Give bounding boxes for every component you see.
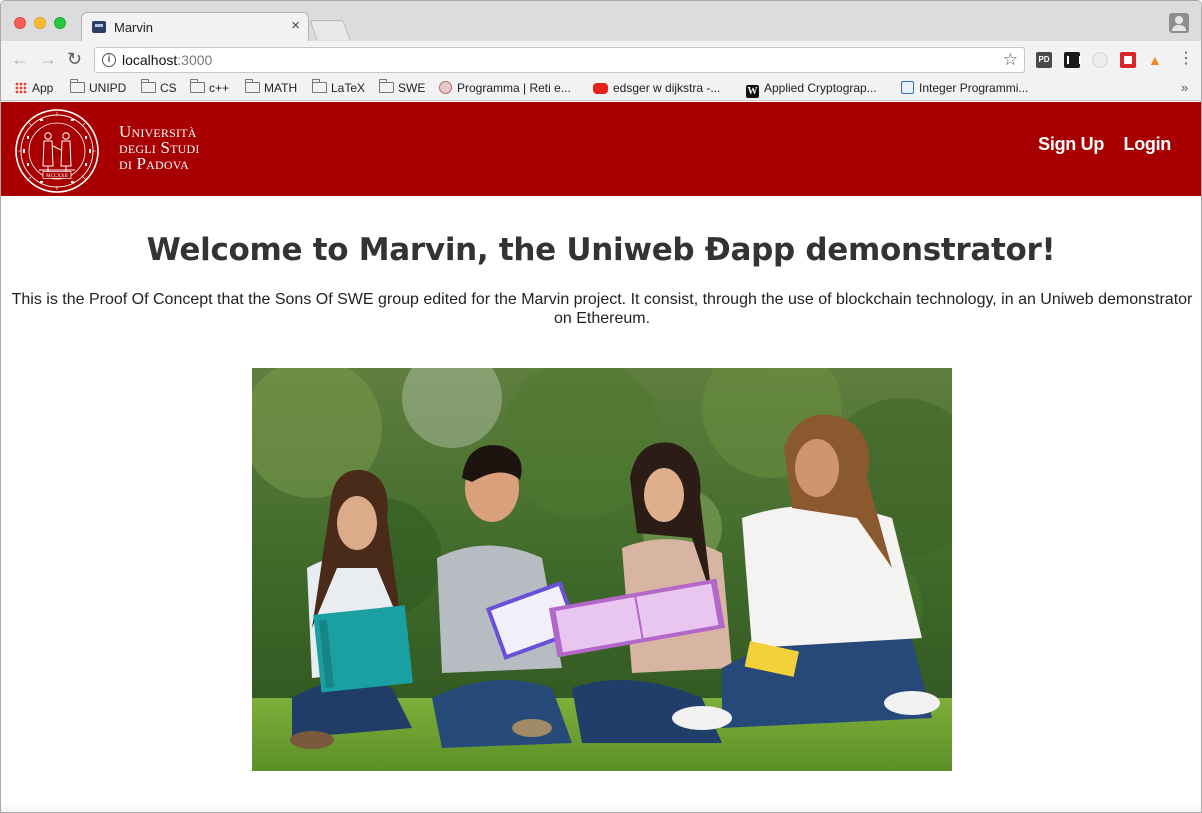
url-host: localhost [122, 52, 178, 68]
red-extension-icon[interactable] [1120, 52, 1136, 68]
folder-icon [379, 79, 394, 93]
bookmark-folder-unipd[interactable]: UNIPD [70, 79, 127, 95]
bookmark-label: CS [160, 81, 177, 95]
minimize-window-button[interactable] [34, 17, 46, 29]
metamask-fox-icon[interactable]: ▲ [1148, 52, 1164, 68]
page-bottom-shadow [1, 804, 1201, 812]
intro-paragraph: This is the Proof Of Concept that the So… [11, 291, 1193, 327]
bookmark-folder-swe[interactable]: SWE [379, 79, 426, 95]
forward-arrow-icon[interactable]: → [39, 49, 57, 69]
tab-title: Marvin [114, 20, 154, 35]
profile-icon[interactable] [1169, 13, 1189, 33]
bookmark-label: App [32, 81, 54, 95]
tab-close-icon[interactable]: × [291, 18, 300, 34]
pd-extension-icon[interactable]: PD [1036, 52, 1052, 68]
seal-year-text: MCCXXII [46, 174, 68, 179]
bookmark-folder-cs[interactable]: CS [141, 79, 177, 95]
bookmarks-overflow-chevron-icon[interactable]: » [1181, 80, 1188, 95]
bookmark-apps[interactable]: App [15, 81, 53, 95]
bookmarks-bar: App UNIPD CS c++ MATH LaTeX SWE Programm… [1, 77, 1201, 101]
folder-icon [141, 79, 156, 93]
back-arrow-icon[interactable]: ← [11, 49, 29, 69]
bookmark-label: MATH [264, 81, 298, 95]
bookmark-label: Programma | Reti e... [457, 81, 571, 95]
document-icon [901, 81, 914, 94]
zoom-window-button[interactable] [54, 17, 66, 29]
bookmark-folder-latex[interactable]: LaTeX [312, 79, 366, 95]
university-name-line3: di Padova [119, 154, 189, 173]
bookmark-label: Applied Cryptograp... [764, 81, 877, 95]
library-extension-icon[interactable] [1064, 52, 1081, 68]
bookmark-cryptography[interactable]: W Applied Cryptograp... [746, 81, 877, 98]
site-header: MCCXXII Università degli Studi di Padova… [1, 102, 1201, 196]
close-window-button[interactable] [14, 17, 26, 29]
bookmark-folder-cpp[interactable]: c++ [190, 79, 230, 95]
bookmark-folder-math[interactable]: MATH [245, 79, 298, 95]
new-tab-button[interactable] [309, 20, 351, 40]
tab-favicon-icon [92, 21, 106, 33]
browser-menu-icon[interactable]: ⋮ [1178, 50, 1194, 68]
tab-marvin[interactable]: Marvin × [81, 12, 309, 42]
bookmark-programma[interactable]: Programma | Reti e... [439, 81, 571, 95]
browser-toolbar: ← → ↻ i localhost:3000 ☆ PD ▲ ⋮ [1, 41, 1201, 77]
page-viewport: MCCXXII Università degli Studi di Padova… [1, 102, 1201, 812]
folder-icon [245, 79, 260, 93]
bookmark-dijkstra[interactable]: edsger w dijkstra -... [593, 81, 720, 95]
unipd-seal-icon [439, 81, 452, 94]
signup-link[interactable]: Sign Up [1038, 134, 1104, 154]
wikipedia-icon: W [746, 85, 759, 98]
folder-icon [312, 79, 327, 93]
address-bar[interactable]: i localhost:3000 ☆ [94, 47, 1025, 73]
bookmark-integer-programming[interactable]: Integer Programmi... [901, 81, 1028, 95]
bookmark-label: SWE [398, 81, 426, 95]
header-nav: Sign Up Login [1023, 134, 1171, 155]
university-name: Università degli Studi di Padova [119, 123, 200, 173]
circle-extension-icon[interactable] [1092, 52, 1108, 68]
apps-grid-icon [15, 82, 27, 94]
youtube-icon [593, 83, 608, 94]
bookmark-star-icon[interactable]: ☆ [1003, 50, 1018, 70]
url-port: :3000 [177, 52, 213, 68]
bookmark-label: edsger w dijkstra -... [613, 81, 721, 95]
browser-window: Marvin × ← → ↻ i localhost:3000 ☆ PD ▲ ⋮… [0, 0, 1202, 813]
login-link[interactable]: Login [1124, 134, 1172, 154]
page-title: Welcome to Marvin, the Uniweb Ðapp demon… [146, 232, 1056, 268]
folder-icon [190, 79, 205, 93]
reload-icon[interactable]: ↻ [67, 49, 82, 69]
url-text[interactable]: localhost:3000 [122, 52, 212, 68]
bookmark-label: UNIPD [89, 81, 127, 95]
bookmark-label: Integer Programmi... [919, 81, 1029, 95]
tab-strip: Marvin × [1, 1, 1201, 42]
info-icon[interactable]: i [102, 53, 116, 67]
bookmark-label: LaTeX [331, 81, 366, 95]
hero-students-photo [252, 368, 952, 771]
bookmark-label: c++ [209, 81, 230, 95]
university-seal-logo[interactable]: MCCXXII [13, 108, 101, 194]
folder-icon [70, 79, 85, 93]
